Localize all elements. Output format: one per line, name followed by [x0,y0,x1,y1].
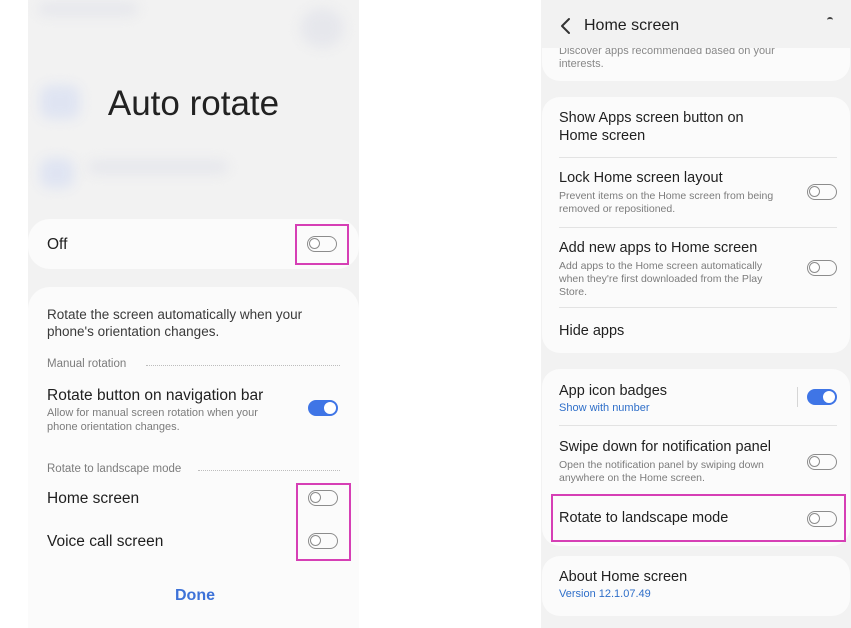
swipe-down-subtitle: Open the notification panel by swiping d… [559,459,764,484]
toggle-separator [797,387,798,407]
app-icon-badges-toggle[interactable] [807,389,837,405]
swipe-down-toggle[interactable] [807,454,837,470]
rotate-button-row[interactable]: Rotate button on navigation bar Allow fo… [28,383,359,435]
dialog-title: Auto rotate [107,84,280,123]
header-bar: Home screen [541,0,851,48]
landscape-mode-header: Rotate to landscape mode [47,463,182,475]
auto-rotate-screen: Auto rotate Off Rotate the screen automa… [28,0,359,628]
back-chevron-icon[interactable] [559,17,573,35]
lock-layout-toggle[interactable] [807,184,837,200]
add-new-apps-toggle[interactable] [807,260,837,276]
highlight-box [551,494,846,542]
swipe-down-title: Swipe down for notification panel [559,439,771,455]
app-icon-badges-subtitle: Show with number [559,402,650,414]
section-divider [146,365,340,366]
add-new-apps-title: Add new apps to Home screen [559,240,758,256]
home-screen-settings: Home screen Discover apps recommended ba… [541,0,851,628]
section-divider [198,470,340,471]
about-title: About Home screen [559,569,688,585]
discover-text: interests. [559,58,604,70]
voice-call-label: Voice call screen [47,533,164,550]
rotate-button-subtitle: Allow for manual screen rotation when yo… [47,407,258,433]
home-screen-label: Home screen [47,490,140,507]
app-icon-badges-row[interactable]: App icon badges Show with number [542,369,850,421]
auto-rotate-options-card: Rotate the screen automatically when you… [28,287,359,628]
add-new-apps-row[interactable]: Add new apps to Home screen Add apps to … [542,228,850,306]
swipe-down-row[interactable]: Swipe down for notification panel Open t… [542,426,850,490]
header-title: Home screen [584,17,680,34]
header-search-icon[interactable] [827,17,833,22]
manual-rotation-header: Manual rotation [47,358,127,370]
show-apps-button-row[interactable]: Show Apps screen button on Home screen [542,97,850,157]
done-button[interactable]: Done [175,587,215,605]
lock-layout-row[interactable]: Lock Home screen layout Prevent items on… [542,158,850,226]
highlight-box [295,224,349,265]
description-text: Rotate the screen automatically when you… [47,307,303,339]
show-apps-button-title: Show Apps screen button on Home screen [559,110,744,144]
about-version: Version 12.1.07.49 [559,588,651,600]
hide-apps-title: Hide apps [559,323,625,339]
master-toggle-card[interactable]: Off [28,219,359,269]
about-card[interactable]: About Home screen Version 12.1.07.49 [542,556,850,616]
rotate-button-title: Rotate button on navigation bar [47,387,264,404]
lock-layout-subtitle: Prevent items on the Home screen from be… [559,190,774,215]
rotate-button-toggle[interactable] [308,400,338,416]
app-icon-badges-title: App icon badges [559,383,668,399]
add-new-apps-subtitle: Add apps to the Home screen automaticall… [559,260,763,298]
highlight-box [296,483,351,561]
lock-layout-title: Lock Home screen layout [559,170,723,186]
hide-apps-row[interactable]: Hide apps [542,308,850,352]
master-toggle-label: Off [47,236,68,253]
layout-settings-card: Show Apps screen button on Home screen L… [542,97,850,353]
